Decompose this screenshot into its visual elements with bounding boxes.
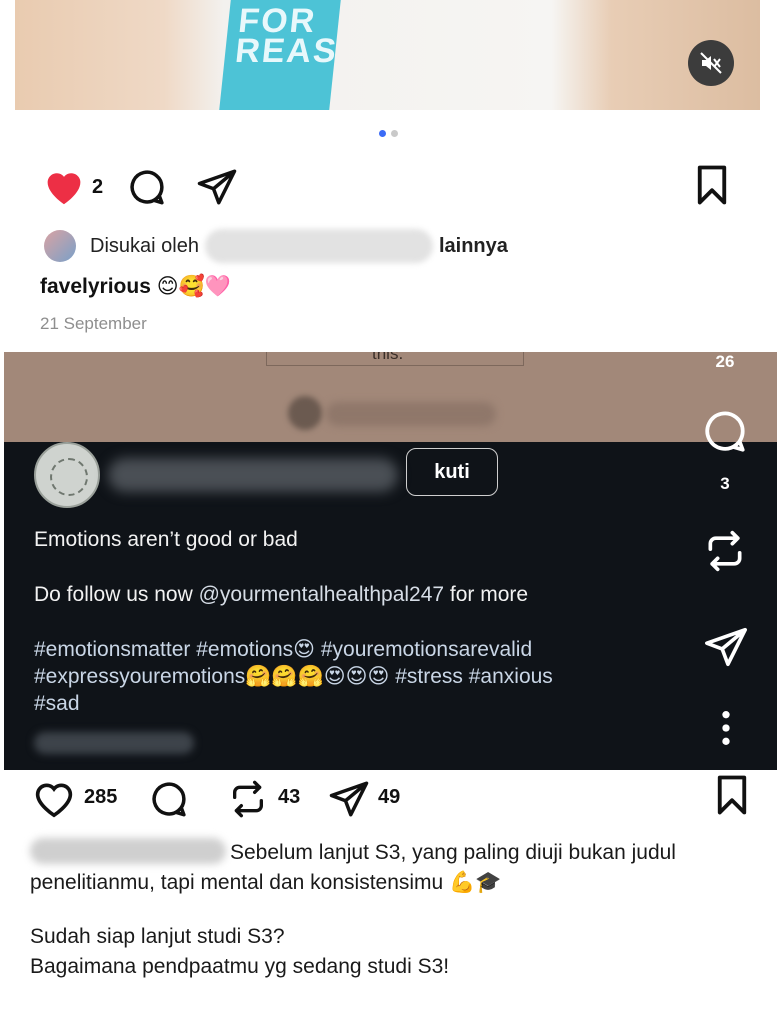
shirt-print-text: FOR REAS [219, 0, 341, 110]
bookmark-icon[interactable] [694, 164, 730, 206]
mention-link[interactable]: @yourmentalhealthpal247 [199, 583, 444, 606]
blurred-name [326, 402, 496, 426]
carousel-dot [391, 130, 398, 137]
liked-by-suffix: lainnya [438, 234, 508, 257]
rail-comment-icon[interactable] [700, 406, 750, 456]
post2-share-count: 49 [378, 786, 401, 808]
hashtags-line[interactable]: #emotionsmatter #emotions😍 #youremotions… [34, 636, 674, 663]
post-username[interactable]: favelyrious [40, 275, 151, 298]
post-date: 21 September [40, 314, 147, 333]
embedded-author-avatar[interactable] [34, 442, 100, 508]
mute-button[interactable] [688, 40, 734, 86]
like-count: 2 [92, 176, 104, 198]
post-caption: favelyrious 😊🥰🩷 [40, 274, 231, 299]
follow-button[interactable]: kuti [406, 448, 498, 496]
caption-line4: Bagaimana pendpaatmu yg sedang studi S3! [30, 955, 450, 978]
heart-outline-icon[interactable] [32, 778, 76, 818]
mute-icon [700, 52, 722, 74]
caption-line3: Sudah siap lanjut studi S3? [30, 925, 285, 948]
embedded-media-top: this. [4, 352, 777, 442]
bookmark-icon[interactable] [714, 774, 750, 816]
post2-like-count: 285 [84, 786, 118, 808]
caption-paragraph: Sebelum lanjut S3, yang paling diuji buk… [30, 838, 760, 898]
rail-share-icon[interactable] [703, 624, 749, 670]
post-media-photo[interactable]: FOR REAS [15, 0, 760, 110]
caption-line2-prefix: Do follow us now [34, 583, 193, 606]
share-icon[interactable] [196, 166, 238, 208]
share-icon[interactable] [328, 778, 370, 820]
hashtags-line[interactable]: #expressyouremotions🤗🤗🤗😍😍😍 #stress #anxi… [34, 663, 674, 690]
embedded-caption-line1: Emotions aren’t good or bad [34, 528, 298, 551]
comment-icon[interactable] [126, 166, 168, 208]
heart-filled-icon[interactable] [42, 166, 86, 206]
blurred-avatar [288, 396, 322, 430]
redacted-text [34, 732, 194, 754]
embedded-author-name-redacted [108, 458, 398, 492]
rail-repost-icon[interactable] [703, 526, 747, 576]
repost-icon[interactable] [228, 778, 268, 820]
carousel-indicator [0, 130, 777, 137]
caption-line2: penelitianmu, tapi mental dan konsistens… [30, 871, 502, 894]
post2-username-redacted[interactable] [30, 838, 226, 864]
embedded-caption-line2: Do follow us now @yourmentalhealthpal247… [34, 583, 528, 607]
rail-more-icon[interactable] [713, 708, 739, 748]
liked-by-username-redacted [204, 229, 433, 263]
post2-caption: Sebelum lanjut S3, yang paling diuji buk… [30, 838, 760, 1006]
caption-line2-suffix: for more [449, 583, 529, 606]
comment-icon[interactable] [148, 778, 190, 820]
liked-by-prefix: Disukai oleh [90, 234, 199, 257]
carousel-dot-active [379, 130, 386, 137]
liked-by-row[interactable]: Disukai oleh lainnya [44, 228, 508, 264]
embedded-top-snippet: this. [372, 352, 404, 363]
hashtags-line[interactable]: #sad [34, 690, 674, 717]
hashtags-block: #emotionsmatter #emotions😍 #youremotions… [34, 636, 674, 717]
caption-emojis: 😊🥰🩷 [156, 275, 231, 298]
post2-actions-bar: 285 43 49 [30, 772, 760, 822]
embedded-post-panel: kuti Emotions aren’t good or bad Do foll… [4, 442, 777, 770]
rail-comment-count: 3 [720, 474, 730, 493]
caption-paragraph: Sudah siap lanjut studi S3? Bagaimana pe… [30, 922, 760, 982]
rail-like-count: 26 [715, 352, 735, 371]
post-actions-bar: 2 [40, 160, 740, 210]
liked-by-avatar [44, 230, 76, 262]
caption-line1: Sebelum lanjut S3, yang paling diuji buk… [230, 841, 676, 864]
post2-repost-count: 43 [278, 786, 301, 808]
